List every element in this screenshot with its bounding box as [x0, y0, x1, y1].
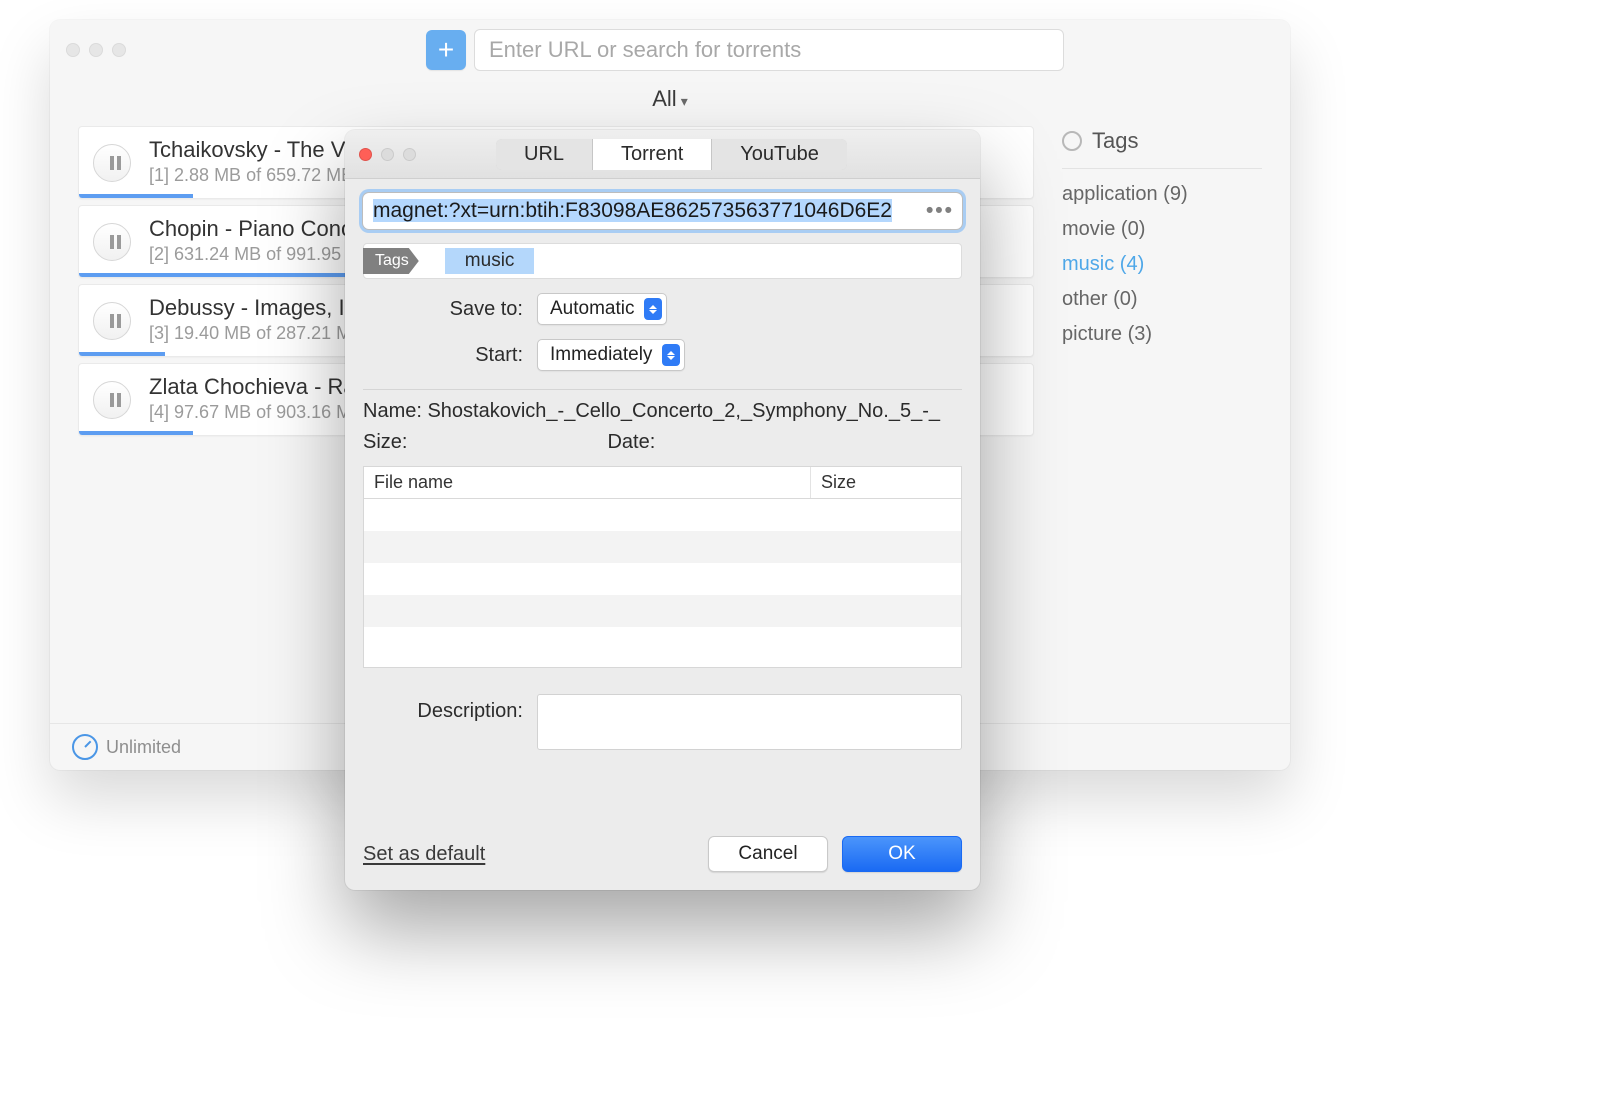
tags-field[interactable]: Tags music [363, 243, 962, 279]
file-row [364, 531, 961, 563]
add-button[interactable]: + [426, 30, 466, 70]
source-tabs: URL Torrent YouTube [496, 139, 847, 170]
tags-chip-label: Tags [363, 248, 419, 274]
tab-youtube[interactable]: YouTube [712, 139, 847, 170]
file-table-rows [364, 499, 961, 667]
name-line: Name: Shostakovich_-_Cello_Concerto_2,_S… [363, 400, 962, 423]
speed-gauge-icon [72, 734, 98, 760]
size-label: Size: [363, 431, 407, 454]
dialog-window-controls [359, 148, 416, 161]
more-icon[interactable]: ••• [926, 199, 954, 223]
plus-icon: + [438, 36, 454, 64]
search-input[interactable]: Enter URL or search for torrents [474, 29, 1064, 71]
pause-icon [110, 156, 114, 170]
start-select[interactable]: Immediately [537, 339, 685, 371]
close-icon[interactable] [66, 43, 80, 57]
tag-circle-icon [1062, 131, 1082, 151]
progress-bar [79, 431, 193, 435]
file-table-head: File name Size [364, 467, 961, 499]
pause-button[interactable] [93, 302, 131, 340]
filter-label: All [652, 86, 676, 111]
saveto-select[interactable]: Automatic [537, 293, 667, 325]
file-row [364, 595, 961, 627]
file-row [364, 499, 961, 531]
chevron-down-icon: ▾ [681, 93, 688, 109]
search-placeholder: Enter URL or search for torrents [489, 37, 801, 63]
progress-bar [79, 194, 193, 198]
minimize-icon [381, 148, 394, 161]
dialog-footer: Set as default Cancel OK [345, 822, 980, 890]
saveto-value: Automatic [550, 298, 634, 320]
file-table: File name Size [363, 466, 962, 668]
tag-token-music[interactable]: music [445, 248, 535, 274]
pause-icon [110, 393, 114, 407]
start-value: Immediately [550, 344, 652, 366]
updown-stepper-icon [662, 344, 680, 366]
add-torrent-dialog: URL Torrent YouTube magnet:?xt=urn:btih:… [345, 130, 980, 890]
tag-item-other[interactable]: other (0) [1062, 288, 1262, 311]
tab-torrent[interactable]: Torrent [593, 139, 712, 170]
dialog-body: magnet:?xt=urn:btih:F83098AE862573563771… [345, 179, 980, 750]
ok-button[interactable]: OK [842, 836, 962, 872]
pause-button[interactable] [93, 223, 131, 261]
tab-url[interactable]: URL [496, 139, 593, 170]
pause-button[interactable] [93, 381, 131, 419]
zoom-icon [403, 148, 416, 161]
tags-panel: Tags application (9) movie (0) music (4)… [1062, 126, 1262, 442]
tag-item-movie[interactable]: movie (0) [1062, 218, 1262, 241]
magnet-value: magnet:?xt=urn:btih:F83098AE862573563771… [373, 199, 892, 222]
tag-item-picture[interactable]: picture (3) [1062, 323, 1262, 346]
tag-item-application[interactable]: application (9) [1062, 183, 1262, 206]
zoom-icon[interactable] [112, 43, 126, 57]
set-as-default-link[interactable]: Set as default [363, 843, 485, 866]
updown-stepper-icon [644, 298, 662, 320]
file-row [364, 627, 961, 659]
tags-header: Tags [1062, 128, 1262, 154]
file-row [364, 563, 961, 595]
description-label: Description: [363, 694, 537, 723]
tag-item-music[interactable]: music (4) [1062, 253, 1262, 276]
window-controls [66, 43, 126, 57]
progress-bar [79, 352, 165, 356]
titlebar: + Enter URL or search for torrents [50, 20, 1290, 80]
speed-label: Unlimited [106, 737, 181, 758]
saveto-label: Save to: [363, 298, 537, 321]
magnet-input[interactable]: magnet:?xt=urn:btih:F83098AE862573563771… [363, 193, 962, 229]
description-input[interactable] [537, 694, 962, 750]
minimize-icon[interactable] [89, 43, 103, 57]
filter-dropdown[interactable]: All ▾ [50, 80, 1290, 126]
pause-icon [110, 235, 114, 249]
date-label: Date: [607, 431, 655, 454]
col-filename[interactable]: File name [364, 467, 811, 498]
tags-header-label: Tags [1092, 128, 1138, 154]
start-label: Start: [363, 344, 537, 367]
dialog-titlebar: URL Torrent YouTube [345, 130, 980, 179]
pause-button[interactable] [93, 144, 131, 182]
col-size[interactable]: Size [811, 467, 961, 498]
pause-icon [110, 314, 114, 328]
close-icon[interactable] [359, 148, 372, 161]
cancel-button[interactable]: Cancel [708, 836, 828, 872]
